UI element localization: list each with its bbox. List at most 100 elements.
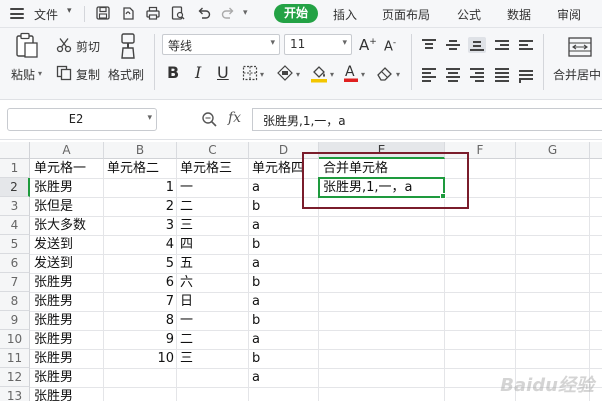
- column-header-b[interactable]: B: [104, 142, 177, 159]
- row-header[interactable]: 4: [0, 216, 30, 235]
- bold-button[interactable]: B: [167, 63, 179, 82]
- borders-chevron-icon[interactable]: ▾: [260, 70, 264, 79]
- cell-c8[interactable]: 日: [178, 292, 248, 311]
- italic-button[interactable]: I: [195, 63, 201, 82]
- cell-b7[interactable]: 6: [105, 273, 177, 292]
- search-icon[interactable]: [201, 111, 218, 128]
- cell-a3[interactable]: 张但是: [32, 197, 104, 216]
- decrease-font-icon[interactable]: A-: [384, 38, 396, 54]
- cell-d6[interactable]: a: [250, 254, 318, 273]
- tab-formulas[interactable]: 公式: [457, 6, 481, 23]
- export-pdf-icon[interactable]: [120, 5, 136, 21]
- copy-icon[interactable]: [56, 65, 72, 81]
- fill-color-icon[interactable]: [310, 63, 328, 83]
- cell-d5[interactable]: b: [250, 235, 318, 254]
- redo-icon[interactable]: [220, 5, 236, 21]
- cell-d11[interactable]: b: [250, 349, 318, 368]
- cell-b9[interactable]: 8: [105, 311, 177, 330]
- cell-b10[interactable]: 9: [105, 330, 177, 349]
- cell-c11[interactable]: 三: [178, 349, 248, 368]
- fill-color-chevron-icon[interactable]: ▾: [330, 70, 334, 79]
- copy-button[interactable]: 复制: [76, 66, 100, 83]
- cell-d7[interactable]: b: [250, 273, 318, 292]
- align-center-icon[interactable]: [444, 66, 462, 82]
- format-painter-icon[interactable]: [117, 32, 139, 60]
- cell-a6[interactable]: 发送到: [32, 254, 104, 273]
- row-header[interactable]: 6: [0, 254, 30, 273]
- cell-c7[interactable]: 六: [178, 273, 248, 292]
- cell-a10[interactable]: 张胜男: [32, 330, 104, 349]
- row-header[interactable]: 2: [0, 178, 30, 197]
- cell-b3[interactable]: 2: [105, 197, 177, 216]
- eraser-chevron-icon[interactable]: ▾: [396, 70, 400, 79]
- cell-style-chevron-icon[interactable]: ▾: [296, 70, 300, 79]
- borders-icon[interactable]: [242, 65, 258, 81]
- paste-icon[interactable]: [14, 32, 40, 60]
- cell-d9[interactable]: b: [250, 311, 318, 330]
- row-header[interactable]: 12: [0, 368, 30, 387]
- row-header[interactable]: 5: [0, 235, 30, 254]
- align-bottom-icon[interactable]: [468, 37, 486, 53]
- cell-c6[interactable]: 五: [178, 254, 248, 273]
- cell-b8[interactable]: 7: [105, 292, 177, 311]
- cell-b6[interactable]: 5: [105, 254, 177, 273]
- cell-c9[interactable]: 一: [178, 311, 248, 330]
- tab-insert[interactable]: 插入: [333, 6, 357, 23]
- row-header[interactable]: 10: [0, 330, 30, 349]
- increase-font-icon[interactable]: A+: [359, 36, 377, 54]
- row-header[interactable]: 7: [0, 273, 30, 292]
- indent-decrease-icon[interactable]: [493, 37, 511, 53]
- cell-d12[interactable]: a: [250, 368, 318, 387]
- cell-c4[interactable]: 三: [178, 216, 248, 235]
- cell-c1[interactable]: 单元格三: [178, 159, 248, 178]
- print-icon[interactable]: [145, 5, 161, 21]
- tab-data[interactable]: 数据: [507, 6, 531, 23]
- font-color-icon[interactable]: A: [343, 62, 359, 83]
- row-header[interactable]: 9: [0, 311, 30, 330]
- font-color-chevron-icon[interactable]: ▾: [361, 70, 365, 79]
- justify-icon[interactable]: [493, 66, 511, 82]
- indent-increase-icon[interactable]: [517, 37, 535, 53]
- undo-icon[interactable]: [196, 5, 212, 21]
- cell-c3[interactable]: 二: [178, 197, 248, 216]
- cell-style-icon[interactable]: [276, 65, 294, 81]
- tab-home[interactable]: 开始: [274, 4, 318, 23]
- scissors-icon[interactable]: [56, 37, 72, 53]
- tab-page-layout[interactable]: 页面布局: [382, 6, 430, 23]
- chevron-down-icon[interactable]: ▾: [67, 6, 72, 16]
- quick-access-chevron-icon[interactable]: ▾: [243, 8, 248, 18]
- cell-b4[interactable]: 3: [105, 216, 177, 235]
- cell-a8[interactable]: 张胜男: [32, 292, 104, 311]
- cell-c10[interactable]: 二: [178, 330, 248, 349]
- cell-a9[interactable]: 张胜男: [32, 311, 104, 330]
- cell-a4[interactable]: 张大多数: [32, 216, 104, 235]
- align-middle-icon[interactable]: [444, 37, 462, 53]
- column-header-h[interactable]: [590, 142, 602, 159]
- cell-d8[interactable]: a: [250, 292, 318, 311]
- row-header[interactable]: 1: [0, 159, 30, 178]
- merge-center-icon[interactable]: [568, 36, 592, 58]
- paste-chevron-icon[interactable]: ▾: [38, 69, 42, 78]
- distributed-align-icon[interactable]: [517, 66, 535, 83]
- font-size-select[interactable]: 11 ▾: [284, 34, 352, 55]
- row-header[interactable]: 8: [0, 292, 30, 311]
- format-painter-button[interactable]: 格式刷: [108, 66, 144, 83]
- column-header-c[interactable]: C: [177, 142, 249, 159]
- cell-a1[interactable]: 单元格一: [32, 159, 104, 178]
- cell-c2[interactable]: 一: [178, 178, 248, 197]
- cell-d4[interactable]: a: [250, 216, 318, 235]
- column-header-a[interactable]: A: [30, 142, 104, 159]
- cell-a12[interactable]: 张胜男: [32, 368, 104, 387]
- menu-icon[interactable]: [10, 8, 24, 19]
- column-header-g[interactable]: G: [516, 142, 590, 159]
- select-all-corner[interactable]: [0, 142, 30, 159]
- function-button[interactable]: fx: [228, 110, 241, 126]
- align-top-icon[interactable]: [420, 37, 438, 53]
- cell-a13[interactable]: 张胜男: [32, 387, 104, 401]
- row-header[interactable]: 11: [0, 349, 30, 368]
- font-name-select[interactable]: 等线 ▾: [162, 34, 280, 55]
- eraser-icon[interactable]: [376, 65, 394, 81]
- merge-center-button[interactable]: 合并居中: [553, 66, 601, 83]
- cell-d10[interactable]: a: [250, 330, 318, 349]
- paste-button[interactable]: 粘贴: [11, 66, 35, 83]
